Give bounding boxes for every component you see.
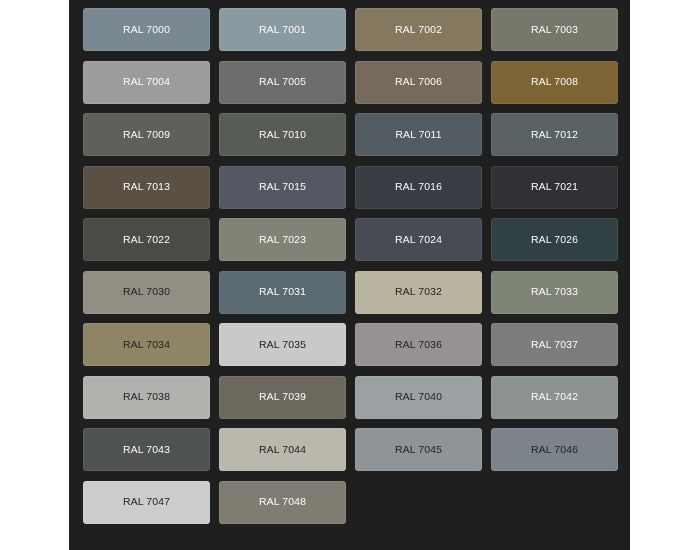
swatch-label: RAL 7002 xyxy=(394,23,443,36)
swatch-label: RAL 7004 xyxy=(122,76,171,88)
color-swatch[interactable]: RAL 7015 xyxy=(219,165,346,209)
color-swatch[interactable]: RAL 7012 xyxy=(491,113,618,156)
color-swatch[interactable]: RAL 7045 xyxy=(355,428,482,471)
swatch-label: RAL 7039 xyxy=(258,391,307,403)
swatch-label: RAL 7010 xyxy=(258,128,307,141)
color-swatch[interactable]: RAL 7021 xyxy=(491,165,618,209)
color-swatch[interactable]: RAL 7024 xyxy=(355,218,482,261)
swatch-label: RAL 7012 xyxy=(530,128,579,141)
color-swatch[interactable]: RAL 7039 xyxy=(219,375,346,419)
color-swatch[interactable]: RAL 7005 xyxy=(219,60,346,104)
color-swatch[interactable]: RAL 7013 xyxy=(83,165,210,209)
color-swatch[interactable]: RAL 7030 xyxy=(83,270,210,314)
color-swatch[interactable]: RAL 7043 xyxy=(83,428,210,471)
swatch-label: RAL 7030 xyxy=(122,286,171,298)
swatch-label: RAL 7006 xyxy=(394,76,443,88)
swatch-label: RAL 7021 xyxy=(530,181,579,193)
swatch-label: RAL 7044 xyxy=(258,443,307,456)
color-swatch[interactable]: RAL 7022 xyxy=(83,218,210,261)
color-swatch[interactable]: RAL 7009 xyxy=(83,113,210,156)
color-swatch[interactable]: RAL 7008 xyxy=(491,60,618,104)
swatch-label: RAL 7032 xyxy=(394,286,443,298)
color-swatch[interactable]: RAL 7046 xyxy=(491,428,618,471)
swatch-label: RAL 7003 xyxy=(530,23,579,36)
color-swatch[interactable]: RAL 7000 xyxy=(83,8,210,51)
swatch-label: RAL 7037 xyxy=(530,338,579,351)
swatch-label: RAL 7023 xyxy=(258,233,307,246)
swatch-label: RAL 7046 xyxy=(530,443,579,456)
swatch-label: RAL 7001 xyxy=(258,23,307,36)
swatch-label: RAL 7005 xyxy=(258,76,307,88)
swatch-label: RAL 7031 xyxy=(258,286,307,298)
swatch-label: RAL 7009 xyxy=(122,128,171,141)
color-swatch[interactable]: RAL 7002 xyxy=(355,8,482,51)
color-swatch[interactable]: RAL 7003 xyxy=(491,8,618,51)
swatch-label: RAL 7038 xyxy=(122,391,171,403)
color-swatch[interactable]: RAL 7010 xyxy=(219,113,346,156)
swatch-label: RAL 7033 xyxy=(530,286,579,298)
color-swatch[interactable]: RAL 7035 xyxy=(219,323,346,366)
color-swatch[interactable]: RAL 7031 xyxy=(219,270,346,314)
color-swatch[interactable]: RAL 7034 xyxy=(83,323,210,366)
color-swatch[interactable]: RAL 7032 xyxy=(355,270,482,314)
color-chart-panel: RAL 7000 RAL 7001 RAL 7002 RAL 7003 RAL 7004… xyxy=(69,0,630,550)
color-swatch[interactable]: RAL 7048 xyxy=(219,480,346,524)
color-swatch[interactable]: RAL 7026 xyxy=(491,218,618,261)
swatch-label: RAL 7016 xyxy=(394,181,443,193)
color-swatch[interactable]: RAL 7036 xyxy=(355,323,482,366)
swatch-label: RAL 7011 xyxy=(395,128,442,141)
color-swatch[interactable]: RAL 7033 xyxy=(491,270,618,314)
swatch-label: RAL 7022 xyxy=(122,233,171,246)
swatch-label: RAL 7015 xyxy=(258,181,307,193)
swatch-label: RAL 7047 xyxy=(122,496,171,508)
swatch-label: RAL 7040 xyxy=(394,391,443,403)
swatch-label: RAL 7024 xyxy=(394,233,443,246)
color-swatch[interactable]: RAL 7038 xyxy=(83,375,210,419)
color-swatch[interactable]: RAL 7044 xyxy=(219,428,346,471)
color-swatch[interactable]: RAL 7047 xyxy=(83,480,210,524)
swatch-grid: RAL 7000 RAL 7001 RAL 7002 RAL 7003 RAL 7004… xyxy=(83,8,618,524)
color-swatch[interactable]: RAL 7023 xyxy=(219,218,346,261)
color-swatch[interactable]: RAL 7004 xyxy=(83,60,210,104)
swatch-label: RAL 7043 xyxy=(122,443,171,456)
swatch-label: RAL 7013 xyxy=(122,181,171,193)
color-swatch[interactable]: RAL 7006 xyxy=(355,60,482,104)
color-swatch[interactable]: RAL 7037 xyxy=(491,323,618,366)
swatch-label: RAL 7026 xyxy=(530,233,579,246)
color-swatch[interactable]: RAL 7016 xyxy=(355,165,482,209)
swatch-label: RAL 7008 xyxy=(530,76,579,88)
swatch-label: RAL 7000 xyxy=(122,23,171,36)
color-swatch[interactable]: RAL 7040 xyxy=(355,375,482,419)
color-swatch[interactable]: RAL 7001 xyxy=(219,8,346,51)
swatch-label: RAL 7036 xyxy=(394,338,443,351)
swatch-label: RAL 7045 xyxy=(394,443,443,456)
swatch-label: RAL 7035 xyxy=(258,338,307,351)
swatch-label: RAL 7034 xyxy=(122,338,171,351)
color-swatch[interactable]: RAL 7042 xyxy=(491,375,618,419)
color-swatch[interactable]: RAL 7011 xyxy=(355,113,482,156)
swatch-label: RAL 7048 xyxy=(258,496,307,508)
swatch-label: RAL 7042 xyxy=(530,391,579,403)
